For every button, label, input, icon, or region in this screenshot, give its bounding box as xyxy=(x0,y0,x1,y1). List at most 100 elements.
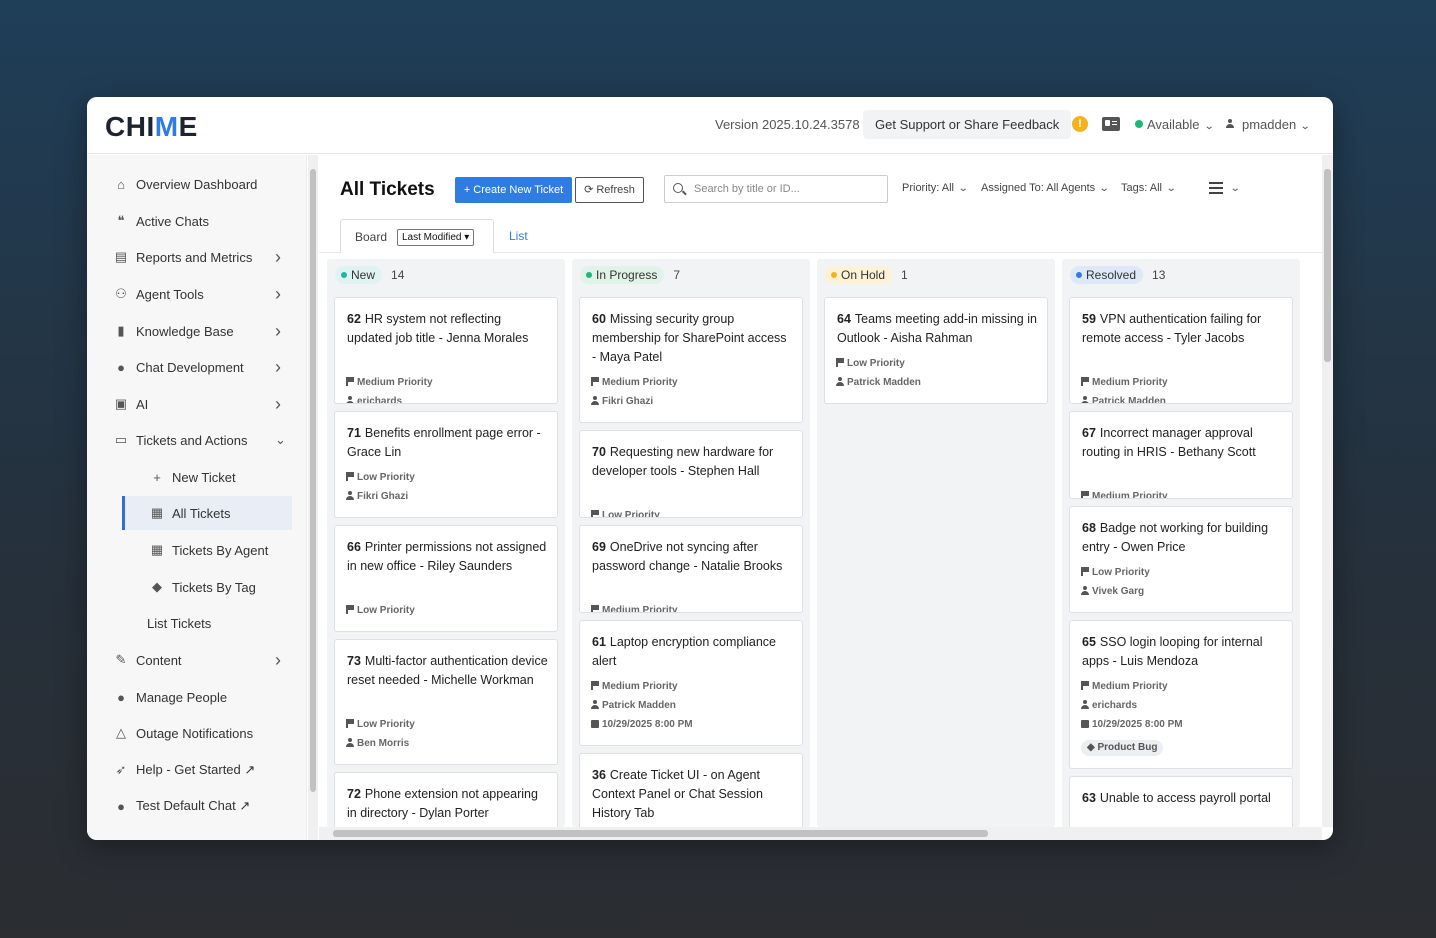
sidebar-item-outage-notifications[interactable]: △ Outage Notifications xyxy=(87,716,297,750)
assigned-filter[interactable]: Assigned To: All Agents ⌄ xyxy=(981,182,1110,194)
ticket-title: 60 Missing security group membership for … xyxy=(592,310,794,367)
status-dot xyxy=(586,272,592,278)
sidebar-item-manage-people[interactable]: ● Manage People xyxy=(87,680,297,714)
sidebar-item-label: Content xyxy=(136,652,182,668)
status-badge: In Progress xyxy=(580,266,665,284)
ticket-card[interactable]: 71 Benefits enrollment page error - Grace… xyxy=(334,411,558,518)
ticket-card[interactable]: 59 VPN authentication failing for remote … xyxy=(1069,297,1293,404)
ticket-priority: Medium Priority xyxy=(1081,377,1168,388)
users-icon: ⚇ xyxy=(115,286,127,301)
sidebar-item-new-ticket[interactable]: + New Ticket xyxy=(87,460,297,494)
search-icon xyxy=(673,183,683,193)
sidebar-item-all-tickets[interactable]: ▦ All Tickets xyxy=(122,496,292,530)
sidebar-item-content[interactable]: ✎ Content › xyxy=(87,643,297,677)
sidebar-item-list-tickets[interactable]: List Tickets xyxy=(87,606,297,640)
settings-dropdown[interactable]: ⌄ xyxy=(1226,182,1241,194)
sidebar-item-tickets-by-agent[interactable]: ▦ Tickets By Agent xyxy=(87,533,297,567)
sidebar-item-knowledge-base[interactable]: ▮ Knowledge Base › xyxy=(87,314,297,348)
ticket-due-text: 10/29/2025 8:00 PM xyxy=(1092,719,1183,730)
ticket-card[interactable]: 70 Requesting new hardware for developer … xyxy=(579,430,803,518)
ticket-card[interactable]: 73 Multi-factor authentication device res… xyxy=(334,639,558,765)
sort-select[interactable]: Last Modified ▾ xyxy=(397,229,475,246)
priority-filter[interactable]: Priority: All ⌄ xyxy=(902,182,969,194)
sidebar-item-label: Chat Development xyxy=(136,359,244,375)
ticket-title: 69 OneDrive not syncing after password ch… xyxy=(592,538,794,576)
ticket-id: 68 xyxy=(1082,521,1096,535)
ticket-card[interactable]: 66 Printer permissions not assigned in ne… xyxy=(334,525,558,632)
sidebar-item-ai[interactable]: ▣ AI › xyxy=(87,387,297,421)
warning-icon[interactable]: ! xyxy=(1072,116,1088,132)
sidebar-item-label: List Tickets xyxy=(147,615,212,631)
sidebar-item-tickets-and-actions[interactable]: ▭ Tickets and Actions ⌄ xyxy=(87,423,297,457)
flag-icon xyxy=(591,605,599,612)
ticket-title-text: Requesting new hardware for developer to… xyxy=(592,445,774,478)
ticket-card[interactable]: 65 SSO login looping for internal apps - … xyxy=(1069,620,1293,769)
ticket-id: 60 xyxy=(592,312,606,326)
flag-icon xyxy=(346,472,354,481)
support-feedback-button[interactable]: Get Support or Share Feedback xyxy=(863,110,1072,139)
sidebar-item-label: AI xyxy=(136,396,149,412)
version-label: Version 2025.10.24.3578 xyxy=(715,117,860,132)
column-settings-icon[interactable] xyxy=(1209,182,1223,194)
scrollbar-thumb[interactable] xyxy=(1324,169,1331,362)
ticket-card[interactable]: 67 Incorrect manager approval routing in … xyxy=(1069,411,1293,499)
sidebar-item-help-get-started[interactable]: ➶ Help - Get Started ↗ xyxy=(87,753,297,787)
sidebar-item-chat-development[interactable]: ● Chat Development › xyxy=(87,350,297,384)
ticket-title-text: Missing security group membership for Sh… xyxy=(592,312,787,364)
sidebar-item-tickets-by-tag[interactable]: ◆ Tickets By Tag xyxy=(87,570,297,604)
app-window: CHIME Version 2025.10.24.3578 Get Suppor… xyxy=(87,97,1333,840)
ticket-card[interactable]: 61 Laptop encryption compliance alert Medi… xyxy=(579,620,803,746)
flag-icon xyxy=(346,605,354,614)
refresh-button[interactable]: ⟳ Refresh xyxy=(575,177,644,203)
ticket-title: 59 VPN authentication failing for remote … xyxy=(1082,310,1284,348)
chevron-down-icon: ⌄ xyxy=(1165,183,1177,194)
search-input[interactable]: Search by title or ID... xyxy=(664,175,888,203)
chevron-right-icon: › xyxy=(275,283,281,304)
ticket-card[interactable]: 69 OneDrive not syncing after password ch… xyxy=(579,525,803,613)
user-menu[interactable]: pmadden ⌄ xyxy=(1226,117,1311,132)
ticket-id: 64 xyxy=(837,312,851,326)
table-icon: ▦ xyxy=(150,505,164,520)
id-card-icon[interactable] xyxy=(1102,117,1120,131)
scrollbar-thumb[interactable] xyxy=(310,169,316,792)
tags-filter[interactable]: Tags: All ⌄ xyxy=(1121,182,1177,194)
tab-board[interactable]: Board Last Modified ▾ xyxy=(340,219,494,253)
tab-list[interactable]: List xyxy=(509,229,528,243)
ticket-agent: erichards xyxy=(1081,700,1137,711)
sidebar-scrollbar[interactable] xyxy=(308,155,318,840)
flag-icon xyxy=(1081,681,1089,690)
availability-dropdown[interactable]: Available ⌄ xyxy=(1135,117,1214,132)
chats-icon: ❝ xyxy=(117,213,125,228)
board-horizontal-scrollbar[interactable] xyxy=(319,827,1322,840)
sidebar-item-overview-dashboard[interactable]: ⌂ Overview Dashboard xyxy=(87,167,297,201)
ticket-title-text: Teams meeting add-in missing in Outlook … xyxy=(837,312,1037,345)
column-in-progress: In Progress 7 60 Missing security group mem… xyxy=(572,259,810,840)
flag-icon xyxy=(591,510,599,517)
ticket-card[interactable]: 68 Badge not working for building entry -… xyxy=(1069,506,1293,613)
chime-logo[interactable]: CHIME xyxy=(105,111,198,143)
scrollbar-thumb[interactable] xyxy=(333,830,988,837)
ticket-title-text: Benefits enrollment page error - Grace L… xyxy=(347,426,541,459)
ticket-title: 70 Requesting new hardware for developer … xyxy=(592,443,794,481)
sidebar-item-agent-tools[interactable]: ⚇ Agent Tools › xyxy=(87,277,297,311)
sidebar-item-active-chats[interactable]: ❝ Active Chats xyxy=(87,204,297,238)
ticket-agent-text: Patrick Madden xyxy=(602,700,676,711)
status-badge: On Hold xyxy=(825,266,893,284)
ticket-card[interactable]: 60 Missing security group membership for … xyxy=(579,297,803,423)
tag-chip[interactable]: ◆ Product Bug xyxy=(1081,740,1164,756)
sidebar-item-test-default-chat[interactable]: ● Test Default Chat ↗ xyxy=(87,789,297,823)
ticket-agent: Fikri Ghazi xyxy=(346,491,408,502)
plus-icon: + xyxy=(153,469,161,485)
user-icon xyxy=(591,700,599,709)
ticket-priority-text: Low Priority xyxy=(357,472,415,483)
main-scrollbar[interactable] xyxy=(1322,155,1333,827)
ticket-card[interactable]: 64 Teams meeting add-in missing in Outloo… xyxy=(824,297,1048,404)
user-icon xyxy=(1081,700,1089,709)
sidebar-item-label: Manage People xyxy=(136,689,228,705)
home-icon: ⌂ xyxy=(117,176,125,192)
ticket-card[interactable]: 62 HR system not reflecting updated job t… xyxy=(334,297,558,404)
create-ticket-button[interactable]: + Create New Ticket xyxy=(455,177,572,203)
ticket-id: 65 xyxy=(1082,635,1096,649)
ticket-title: 72 Phone extension not appearing in direc… xyxy=(347,785,549,823)
sidebar-item-reports-and-metrics[interactable]: ▤ Reports and Metrics › xyxy=(87,240,297,274)
